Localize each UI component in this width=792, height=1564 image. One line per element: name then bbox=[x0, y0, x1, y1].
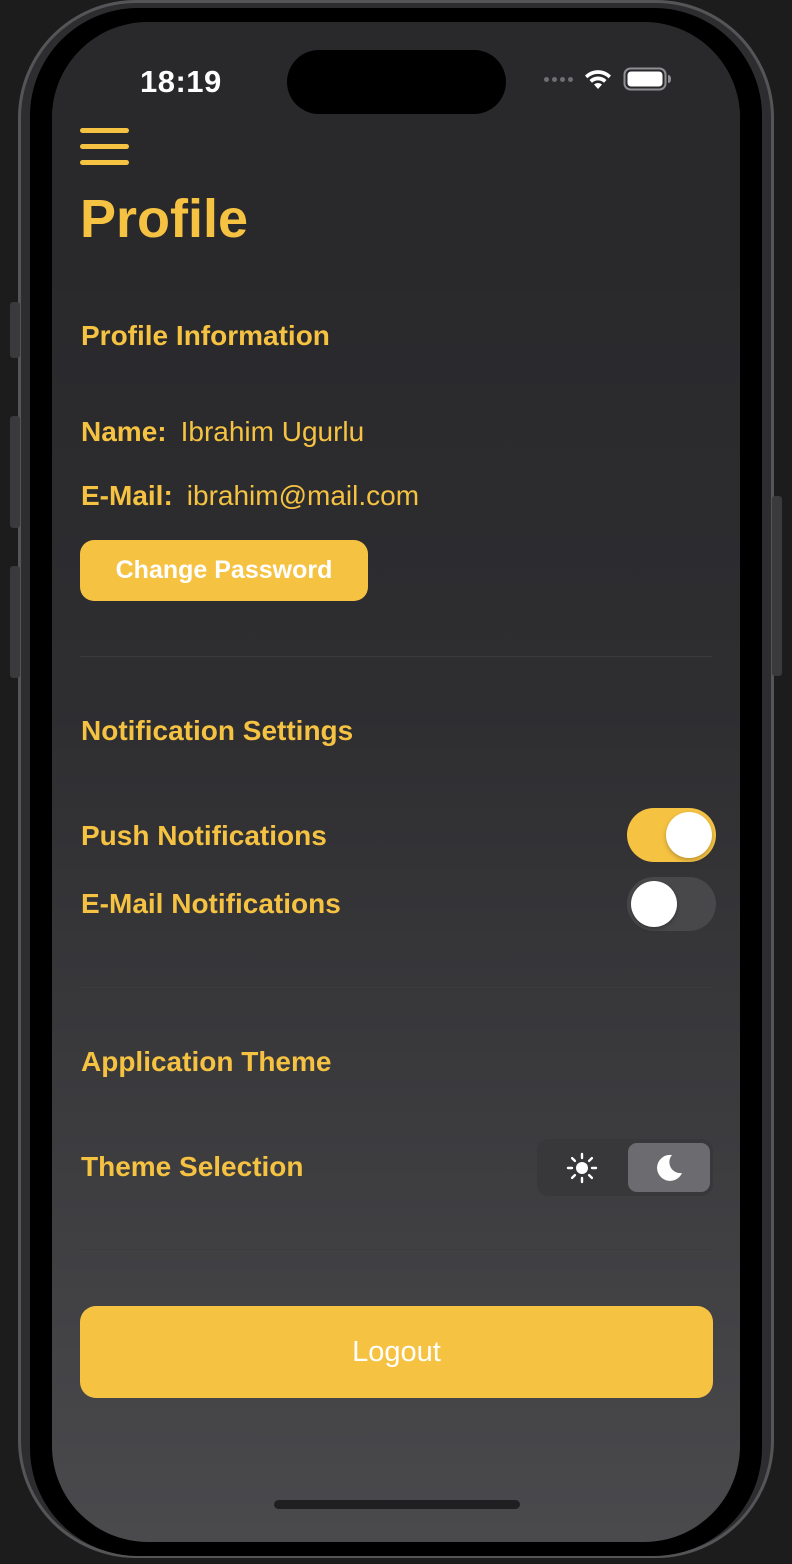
theme-segmented-control bbox=[537, 1139, 713, 1196]
email-value: ibrahim@mail.com bbox=[186, 480, 420, 511]
change-password-button[interactable]: Change Password bbox=[80, 540, 368, 601]
page-title: Profile bbox=[80, 189, 249, 249]
name-label: Name: bbox=[81, 416, 167, 447]
dynamic-island bbox=[287, 50, 506, 114]
mute-switch bbox=[10, 302, 20, 358]
sun-icon bbox=[566, 1152, 598, 1183]
email-notifications-toggle[interactable] bbox=[627, 877, 716, 931]
name-row: Name: Ibrahim Ugurlu bbox=[81, 416, 364, 448]
theme-dark-option[interactable] bbox=[628, 1143, 710, 1192]
status-time: 18:19 bbox=[140, 64, 222, 99]
push-notifications-label: Push Notifications bbox=[81, 820, 327, 851]
email-label: E-Mail: bbox=[81, 480, 173, 511]
status-icons bbox=[544, 66, 673, 92]
profile-section-title: Profile Information bbox=[81, 320, 330, 351]
notification-section-title: Notification Settings bbox=[81, 715, 354, 746]
home-indicator[interactable] bbox=[274, 1500, 520, 1509]
volume-down-button bbox=[10, 566, 20, 678]
theme-light-option[interactable] bbox=[541, 1143, 623, 1192]
wifi-icon bbox=[585, 70, 611, 89]
logout-button[interactable]: Logout bbox=[80, 1306, 713, 1398]
name-value: Ibrahim Ugurlu bbox=[180, 416, 365, 447]
power-button bbox=[772, 496, 782, 676]
push-notifications-toggle[interactable] bbox=[627, 808, 716, 862]
theme-selection-label: Theme Selection bbox=[81, 1151, 304, 1182]
battery-icon bbox=[623, 67, 671, 91]
email-row: E-Mail: ibrahim@mail.com bbox=[81, 480, 419, 512]
moon-icon bbox=[657, 1154, 682, 1181]
hamburger-menu-icon[interactable] bbox=[80, 128, 130, 168]
divider bbox=[80, 656, 712, 657]
theme-section-title: Application Theme bbox=[81, 1046, 332, 1077]
email-notifications-label: E-Mail Notifications bbox=[81, 888, 341, 919]
divider bbox=[80, 1249, 712, 1250]
divider bbox=[80, 987, 712, 988]
app-screen: 18:19 Profile Profile Information Name: I… bbox=[52, 22, 740, 1542]
volume-up-button bbox=[10, 416, 20, 528]
toggle-knob bbox=[666, 812, 712, 858]
signal-dots-icon bbox=[544, 76, 573, 82]
toggle-knob bbox=[631, 881, 677, 927]
